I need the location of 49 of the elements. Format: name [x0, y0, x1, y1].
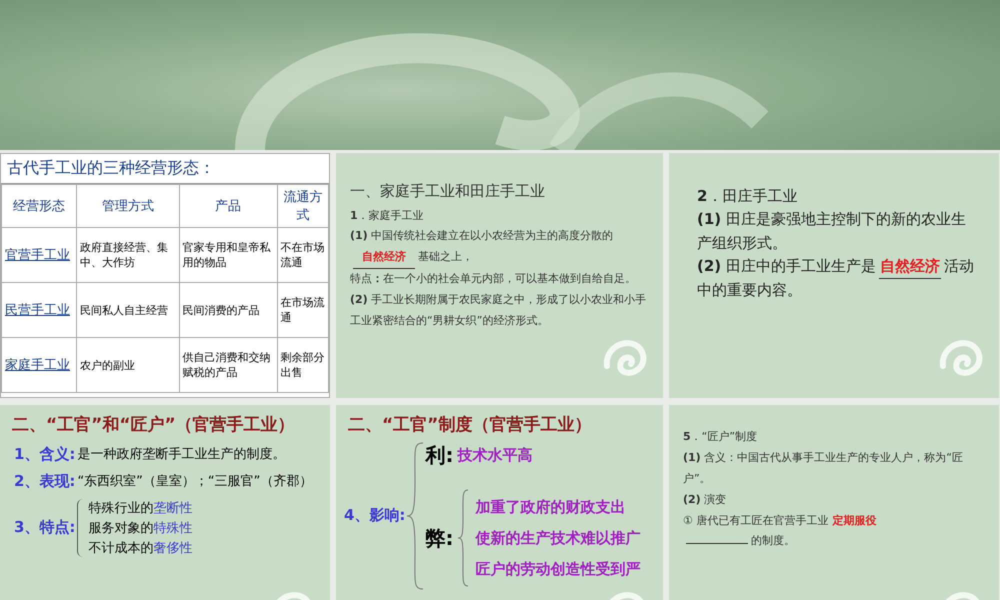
table-cell: 民间私人自主经营 [76, 282, 180, 338]
table-cell: 民营手工业 [2, 282, 77, 338]
item-text: 是一种政府垄断手工业生产的制度。 [77, 446, 286, 462]
table-cell: 民间消费的产品 [179, 282, 278, 338]
slide-heading: 一、家庭手工业和田庄手工业 [350, 181, 546, 202]
table-header: 经营形态 [2, 184, 77, 228]
paragraph: (1) 中国传统社会建立在以小农经营为主的高度分散的 自然经济 基础之上， [350, 226, 649, 270]
feature-text: 服务对象的特殊性 [88, 520, 192, 536]
item-label: 4、影响: [344, 506, 406, 525]
paragraph: (1) 含义：中国古代从事手工业生产的专业人户，称为“匠户”。 [683, 450, 964, 487]
paragraph: 5．“匠户”制度 [683, 429, 758, 445]
paragraph: (1) 田庄是豪强地主控制下的新的农业生产组织形式。 [697, 209, 967, 254]
brace-icon [457, 488, 470, 588]
item-label: 1、含义: [14, 444, 76, 464]
slide-heading: 二、“工官”和“匠户”（官营手工业） [11, 414, 296, 437]
table-header: 产品 [179, 184, 278, 228]
table-cell: 不在市场流通 [277, 228, 328, 282]
paragraph: (2) 田庄中的手工业生产是 自然经济 活动中的重要内容。 [697, 254, 975, 301]
table-header: 管理方式 [76, 184, 180, 228]
paragraph: (2) 演变 [683, 492, 728, 508]
table-cell: 农户的副业 [76, 338, 180, 392]
cons-text: 使新的生产技术难以推广 [475, 528, 640, 548]
pros-text: 技术水平高 [457, 446, 532, 465]
paragraph: 1．家庭手工业 [350, 208, 425, 224]
table-cell: 官家专用和皇帝私用的物品 [179, 228, 278, 282]
slide-title: 古代手工业的三种经营形态： [1, 154, 329, 184]
item-text: “东西织室”（皇室）；“三服官”（齐郡） [77, 472, 312, 490]
table-cell: 供自己消费和交纳赋税的产品 [179, 338, 278, 392]
paragraph: ① 唐代已有工匠在官营手工业 定期服役 [683, 512, 878, 529]
table-cell: 剩余部分出售 [277, 338, 328, 392]
table-cell: 在市场流通 [277, 282, 328, 338]
table-cell: 家庭手工业 [2, 338, 77, 392]
paragraph: (2) 手工业长期附属于农民家庭之中，形成了以小农业和小手工业紧密结合的“男耕女织”的经济形式。 [350, 292, 648, 329]
paragraph: 2．田庄手工业 [697, 186, 798, 207]
feature-text: 特殊行业的垄断性 [88, 500, 192, 516]
feature-text: 不计成本的奢侈性 [88, 540, 192, 556]
paragraph: 特点：在一个小的社会单元内部，可以基本做到自给自足。 [350, 271, 637, 288]
brace-icon [405, 440, 426, 590]
table-header: 流通方式 [277, 184, 328, 228]
paragraph: 的制度。 [683, 531, 985, 552]
cons-label: 弊: [425, 526, 452, 550]
table-cell: 官营手工业 [2, 228, 77, 282]
slide-heading: 二、“工官”制度（官营手工业） [347, 414, 592, 437]
pros-label: 利: [425, 443, 452, 468]
item-label: 3、特点: [14, 518, 76, 537]
cons-text: 匠户的劳动创造性受到严 [475, 560, 640, 578]
item-label: 2、表现: [14, 472, 76, 490]
table-cell: 政府直接经营、集中、大作坊 [76, 228, 180, 282]
cons-text: 加重了政府的财政支出 [475, 498, 626, 516]
